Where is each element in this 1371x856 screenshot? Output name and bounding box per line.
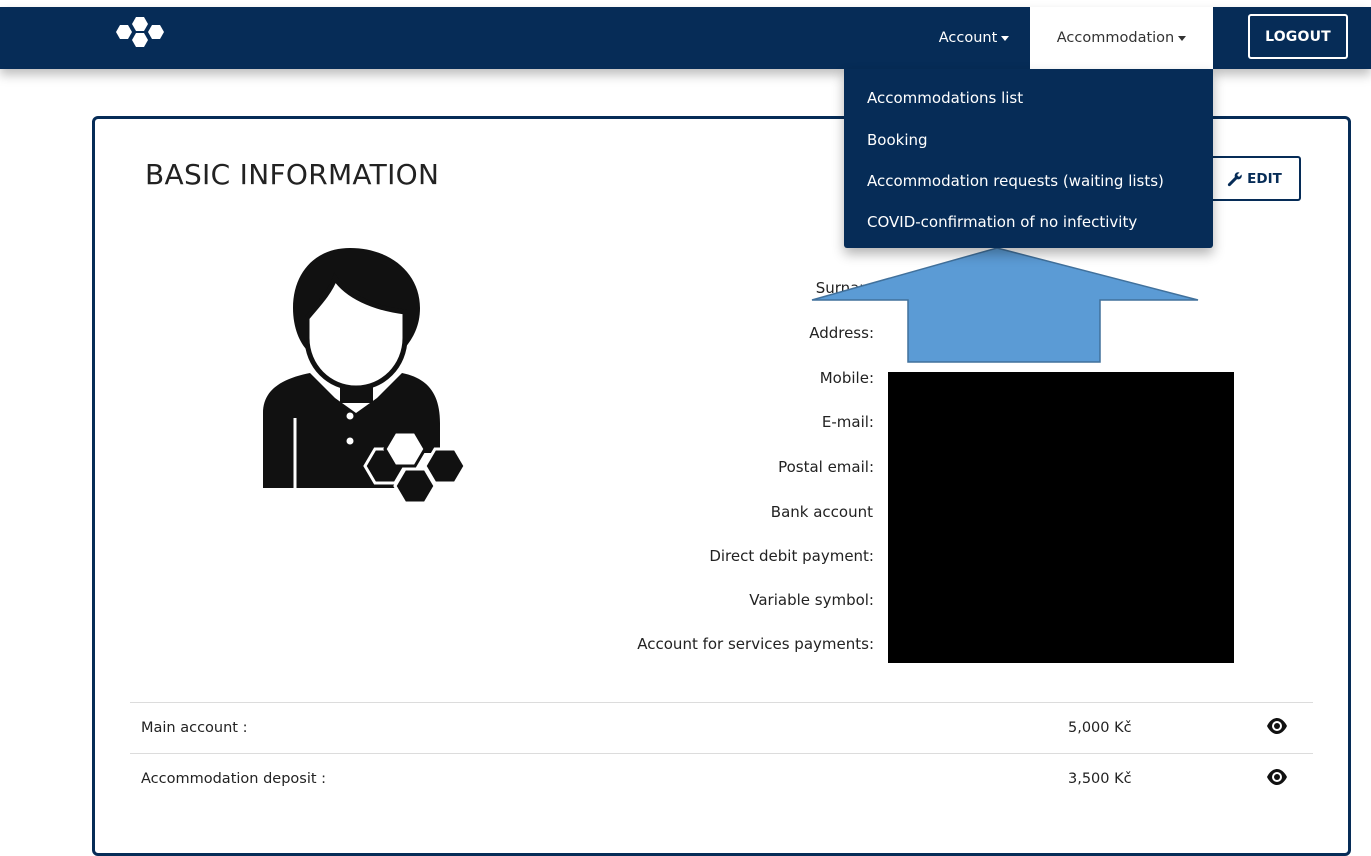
dropdown-item-covid-confirmation[interactable]: COVID-confirmation of no infectivity <box>867 213 1137 231</box>
field-label-mobile: Mobile: <box>819 369 874 387</box>
wrench-icon <box>1228 171 1242 186</box>
field-label-direct-debit: Direct debit payment: <box>709 547 874 565</box>
field-label-services-account: Account for services payments: <box>637 635 874 653</box>
balance-label: Accommodation deposit : <box>141 771 327 787</box>
balance-row-main-account: Main account : 5,000 Kč <box>130 702 1313 752</box>
page-title: BASIC INFORMATION <box>145 158 440 191</box>
nav-account-menu[interactable]: Account <box>918 7 1030 69</box>
edit-button-label: EDIT <box>1247 170 1282 187</box>
nav-accommodation-menu[interactable]: Accommodation <box>1030 7 1213 69</box>
dropdown-item-accommodations-list[interactable]: Accommodations list <box>867 89 1023 107</box>
field-label-email: E-mail: <box>821 413 874 431</box>
dropdown-item-booking[interactable]: Booking <box>867 131 928 149</box>
nav-account-label: Account <box>938 30 998 46</box>
balance-row-accommodation-deposit: Accommodation deposit : 3,500 Kč <box>130 753 1313 803</box>
caret-down-icon <box>1001 35 1010 41</box>
logout-button[interactable]: LOGOUT <box>1248 14 1348 59</box>
field-label-postal-email: Postal email: <box>778 458 874 476</box>
accommodation-dropdown: Accommodations list Booking Accommodatio… <box>844 69 1213 248</box>
dropdown-item-accommodation-requests[interactable]: Accommodation requests (waiting lists) <box>867 172 1164 190</box>
eye-icon[interactable] <box>1266 768 1288 786</box>
balance-label: Main account : <box>141 720 248 736</box>
edit-button[interactable]: EDIT <box>1208 156 1301 201</box>
top-navbar: Account Accommodation LOGOUT <box>0 7 1371 69</box>
nav-accommodation-label: Accommodation <box>1056 30 1175 46</box>
eye-icon[interactable] <box>1266 717 1288 735</box>
field-label-bank-account: Bank account <box>770 503 873 521</box>
redaction-box <box>888 372 1234 663</box>
caret-down-icon <box>1178 35 1187 41</box>
field-label-variable-symbol: Variable symbol: <box>749 591 874 609</box>
balance-value: 5,000 Kč <box>1068 720 1132 736</box>
user-avatar-icon <box>263 248 467 505</box>
hexagon-cluster-logo[interactable] <box>108 15 168 49</box>
annotation-up-arrow <box>811 247 1199 363</box>
balance-value: 3,500 Kč <box>1068 771 1132 787</box>
